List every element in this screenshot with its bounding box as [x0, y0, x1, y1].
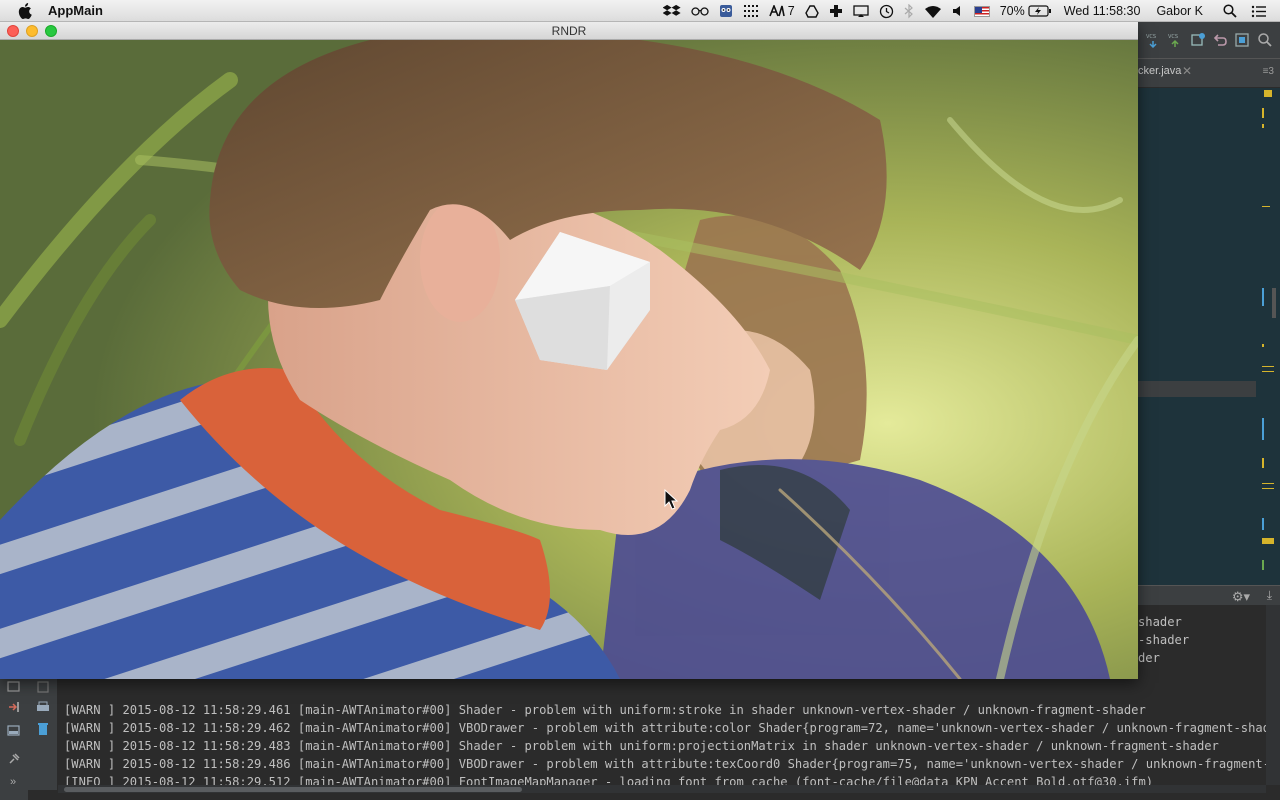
marker: [1262, 418, 1264, 440]
editor-tab-bar: cker.java ✕ ≡3: [1138, 58, 1280, 88]
marker: [1262, 288, 1264, 306]
trash-icon[interactable]: [36, 722, 50, 735]
marker: [1262, 538, 1274, 544]
svg-text:VCS: VCS: [1146, 34, 1156, 40]
drive-icon[interactable]: [804, 4, 819, 18]
font-menu[interactable]: 7: [769, 4, 795, 18]
marker: [1264, 90, 1272, 97]
console-fragment: der: [1138, 651, 1160, 665]
window-titlebar[interactable]: RNDR: [0, 22, 1138, 40]
bluetooth-icon[interactable]: [904, 3, 914, 19]
flag-icon[interactable]: [973, 5, 990, 17]
console-line: [WARN ] 2015-08-12 11:58:29.461 [main-AW…: [64, 703, 1146, 717]
vcs-update-icon[interactable]: VCS: [1145, 32, 1161, 48]
apple-icon[interactable]: [18, 2, 32, 19]
structure-icon[interactable]: [1234, 32, 1250, 48]
editor-tab-file[interactable]: cker.java: [1138, 65, 1181, 77]
revert-icon[interactable]: [1212, 32, 1228, 48]
status-menus: 7 70% Wed 11:58:30 Gabor K: [653, 0, 1280, 22]
font-menu-count: 7: [787, 4, 795, 18]
hide-panel-icon[interactable]: ⤓: [1267, 588, 1272, 603]
marker: [1262, 560, 1264, 570]
console-toolbar: ⚙▾ ⤓: [1138, 585, 1280, 605]
rndr-window: RNDR: [0, 22, 1138, 679]
battery-icon[interactable]: [1028, 5, 1052, 17]
console-line: [WARN ] 2015-08-12 11:58:29.486 [main-AW…: [64, 757, 1280, 771]
marker: [1262, 518, 1264, 530]
layout-icon[interactable]: [7, 724, 21, 736]
spotlight-icon[interactable]: [1223, 4, 1237, 18]
tab-list-menu[interactable]: ≡3: [1263, 66, 1274, 77]
font-icon: [769, 5, 785, 17]
console-fragment: shader: [1138, 615, 1182, 629]
window-title: RNDR: [551, 24, 587, 38]
display-icon[interactable]: [853, 4, 869, 18]
marker: [1262, 344, 1264, 347]
error-stripe-gutter[interactable]: [1256, 88, 1280, 585]
more-tools[interactable]: »: [10, 776, 24, 788]
console-line: [WARN ] 2015-08-12 11:58:29.462 [main-AW…: [64, 721, 1280, 735]
render-canvas[interactable]: [0, 40, 1138, 679]
grid-icon[interactable]: [743, 4, 759, 18]
stop-icon[interactable]: [36, 680, 50, 693]
battery-percent[interactable]: 70%: [1000, 4, 1025, 18]
scroll-thumb[interactable]: [64, 787, 522, 792]
console-fragment: -shader: [1138, 633, 1190, 647]
marker: [1262, 366, 1274, 367]
volume-icon[interactable]: [952, 5, 964, 17]
ide-toolbar: VCS VCS: [1138, 22, 1280, 58]
console-action-rail: [28, 672, 58, 790]
pin-icon[interactable]: [7, 752, 21, 764]
svg-text:VCS: VCS: [1168, 34, 1178, 40]
settings-gear-icon[interactable]: ⚙▾: [1232, 589, 1250, 605]
notification-center-icon[interactable]: [1251, 5, 1267, 18]
marker: [1262, 483, 1274, 484]
user-menu[interactable]: Gabor K: [1156, 4, 1203, 18]
menu-bar: AppMain 7 70% Wed 11:58:30 Gabor K: [0, 0, 1280, 22]
marker: [1262, 108, 1264, 118]
clock[interactable]: Wed 11:58:30: [1064, 4, 1141, 18]
exit-icon[interactable]: [7, 700, 21, 712]
code-editor[interactable]: [1138, 88, 1280, 585]
plus-icon[interactable]: [829, 4, 843, 18]
compare-icon[interactable]: [1190, 32, 1206, 48]
marker: [1272, 288, 1276, 318]
app-name-menu[interactable]: AppMain: [48, 3, 103, 18]
console-line: [WARN ] 2015-08-12 11:58:29.483 [main-AW…: [64, 739, 1219, 753]
print-icon[interactable]: [36, 700, 50, 712]
glasses-icon[interactable]: [691, 5, 709, 17]
tool-rail: »: [0, 672, 28, 800]
time-machine-icon[interactable]: [879, 4, 894, 19]
dropbox-icon[interactable]: [662, 4, 681, 18]
marker: [1262, 124, 1264, 128]
marker: [1262, 488, 1274, 489]
search-everywhere-icon[interactable]: [1257, 32, 1273, 48]
close-tab-icon[interactable]: ✕: [1182, 64, 1192, 78]
wifi-icon[interactable]: [924, 5, 942, 18]
marker: [1262, 206, 1270, 207]
vcs-commit-icon[interactable]: VCS: [1167, 32, 1183, 48]
rerun-icon[interactable]: [7, 680, 21, 692]
marker: [1262, 458, 1264, 468]
marker: [1262, 371, 1274, 372]
console-vertical-scrollbar[interactable]: [1266, 605, 1280, 785]
owl-icon[interactable]: [719, 4, 733, 18]
